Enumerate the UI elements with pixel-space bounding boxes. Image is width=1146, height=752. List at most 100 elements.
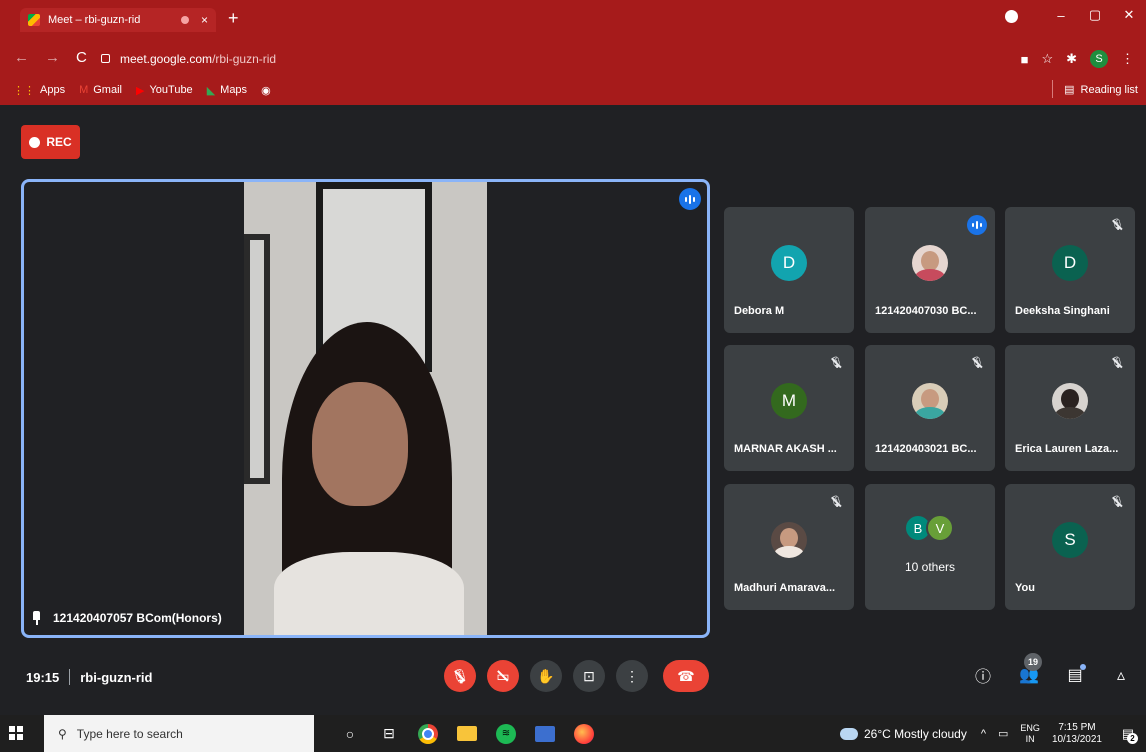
activities-icon: ▵ [1116,667,1126,684]
activities-button[interactable]: ▵ [1108,662,1134,688]
participant-count-badge: 19 [1024,653,1042,671]
lock-icon[interactable] [101,54,110,63]
participant-tile[interactable]: D Debora M [724,207,854,333]
spotify-icon[interactable]: ≋ [496,723,516,744]
raise-hand-button[interactable]: ✋ [530,660,562,692]
participant-tile[interactable]: 121420407030 BC... [865,207,995,333]
address-bar-row: ← → C meet.google.com/rbi-guzn-rid ■ ☆ ✱… [0,45,1146,75]
record-dot-icon [29,136,41,148]
profile-indicator-icon[interactable] [1005,10,1018,23]
windows-start-icon[interactable] [9,726,23,740]
participant-name: MARNAR AKASH ... [734,443,837,455]
participant-tile[interactable]: 🎙 Erica Lauren Laza... [1005,345,1135,471]
meet-favicon-icon [28,14,40,26]
show-hidden-icons-chevron-icon[interactable]: ^ [981,728,986,740]
participant-tile[interactable]: 🎙 121420403021 BC... [865,345,995,471]
video-background [244,234,270,484]
main-video-tile[interactable]: 121420407057 BCom(Honors) [21,179,710,638]
mic-off-button[interactable]: 🎙 [444,660,476,692]
main-participant-name: 121420407057 BCom(Honors) [53,611,222,625]
avatar: D [771,245,807,281]
mic-muted-icon: 🎙 [970,357,984,369]
firefox-icon[interactable] [574,723,594,744]
chat-button[interactable]: ▤ [1062,662,1088,688]
more-vert-icon: ⋮ [625,667,639,684]
url-path: /rbi-guzn-rid [212,52,277,66]
browser-tab[interactable]: Meet – rbi-guzn-rid × [20,8,216,32]
bookmark-chrome-web-icon[interactable]: ◉ [261,84,271,97]
chrome-icon[interactable] [418,723,438,744]
browser-menu-icon[interactable]: ⋮ [1121,51,1134,67]
present-button[interactable]: ⊡ [573,660,605,692]
window-controls: – ▢ ✕ [1044,0,1146,30]
participant-tile[interactable]: 🎙 Madhuri Amarava... [724,484,854,610]
close-window-button[interactable]: ✕ [1112,7,1146,23]
battery-icon[interactable]: ▭ [998,727,1008,740]
taskbar-clock[interactable]: 7:15 PM 10/13/2021 [1052,722,1102,746]
cortana-icon[interactable]: ○ [340,724,360,744]
others-tile[interactable]: B V 10 others [865,484,995,610]
hang-up-icon: ☎ [677,667,695,684]
speaking-indicator-icon [679,188,701,210]
reload-button[interactable]: C [76,49,87,66]
weather-widget[interactable]: 26°C Mostly cloudy [837,722,967,741]
bookmark-apps[interactable]: ⋮⋮ Apps [13,84,65,97]
search-placeholder: Type here to search [76,726,183,741]
toolbar-icons: ■ ☆ ✱ S ⋮ [1021,50,1134,68]
call-controls: 🎙 ▭ ✋ ⊡ ⋮ ☎ [444,660,709,692]
avatar: D [1052,245,1088,281]
pin-icon[interactable] [32,611,41,625]
back-button[interactable]: ← [14,49,29,66]
leave-call-button[interactable]: ☎ [663,660,709,692]
extensions-puzzle-icon[interactable]: ✱ [1066,51,1077,67]
video-person-shirt [274,552,464,635]
minimize-button[interactable]: – [1044,8,1078,23]
microphone-icon: 🎙 [451,667,469,684]
participant-tile[interactable]: M 🎙 MARNAR AKASH ... [724,345,854,471]
meeting-details-button[interactable]: ⓘ [970,662,996,688]
tab-title: Meet – rbi-guzn-rid [48,14,141,26]
taskbar-search-box[interactable]: ⚲ Type here to search [44,715,314,752]
video-person-face [312,382,408,506]
forward-button[interactable]: → [45,49,60,66]
speaking-indicator-icon [967,215,987,235]
mic-muted-icon: 🎙 [829,496,843,508]
weather-text: 26°C Mostly cloudy [864,726,967,741]
recording-label: REC [46,135,72,149]
mic-muted-icon: 🎙 [1110,219,1124,231]
bookmark-maps[interactable]: ◣ Maps [207,84,247,97]
recording-badge: REC [21,125,80,159]
participant-name: Erica Lauren Laza... [1015,443,1119,455]
maximize-button[interactable]: ▢ [1078,7,1112,23]
bookmark-star-icon[interactable]: ☆ [1041,51,1053,67]
more-options-button[interactable]: ⋮ [616,660,648,692]
language-code: ENG [1020,722,1040,733]
microsoft-store-icon[interactable] [535,725,555,742]
reading-list-button[interactable]: ▤ Reading list [1052,80,1138,98]
participant-name: 121420403021 BC... [875,443,977,455]
main-participant-label: 121420407057 BCom(Honors) [32,611,222,625]
participant-tile[interactable]: D 🎙 Deeksha Singhani [1005,207,1135,333]
participant-tile[interactable]: S 🎙 You [1005,484,1135,610]
tab-close-icon[interactable]: × [201,13,208,27]
youtube-icon: ▶ [135,84,145,97]
bookmark-gmail[interactable]: M Gmail [79,84,122,96]
nav-buttons: ← → C [14,49,87,66]
file-explorer-icon[interactable] [457,726,477,741]
bookmark-label: Apps [40,84,66,96]
cloudy-weather-icon [837,722,858,740]
camera-in-use-icon[interactable]: ■ [1021,52,1029,67]
url-field[interactable]: meet.google.com/rbi-guzn-rid [120,52,276,66]
mic-muted-icon: 🎙 [829,357,843,369]
notification-center-button[interactable]: ▤ 2 [1116,715,1140,752]
language-indicator[interactable]: ENG IN [1020,723,1040,745]
participant-photo [912,245,948,281]
new-tab-button[interactable]: + [228,9,239,27]
bookmark-youtube[interactable]: ▶ YouTube [136,84,193,97]
present-screen-icon: ⊡ [583,667,595,684]
camera-off-button[interactable]: ▭ [487,660,519,692]
task-view-icon[interactable]: ⊟ [379,724,399,744]
search-icon: ⚲ [58,726,67,741]
people-button[interactable]: 👥 19 [1016,653,1042,688]
profile-avatar[interactable]: S [1090,50,1108,68]
